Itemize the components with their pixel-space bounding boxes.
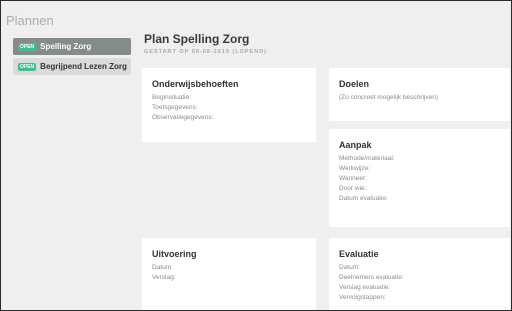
status-badge: OPEN [18, 62, 37, 71]
card-line: Datum evaluatie: [339, 195, 388, 202]
card-line: Observatiegegevens: [152, 114, 214, 121]
sidebar-item-label: Begrijpend Lezen Zorg [40, 62, 127, 71]
sidebar-item-label: Spelling Zorg [40, 42, 92, 51]
card-title: Doelen [339, 79, 370, 89]
card-line: Deelnemers evaluatie: [339, 274, 404, 281]
card-uitvoering[interactable]: Uitvoering Datum: Verslag: [142, 238, 316, 310]
card-line: Methode/materiaal: [339, 155, 395, 162]
status-badge: OPEN [18, 42, 37, 51]
app-title: Plannen [6, 13, 54, 28]
card-line: Toetsgegevens: [152, 104, 198, 111]
card-title: Onderwijsbehoeften [152, 79, 239, 89]
card-line: Door wie: [339, 185, 367, 192]
card-line: Verslag: [152, 274, 176, 281]
card-aanpak[interactable]: Aanpak Methode/materiaal: Werkwijze: Wan… [329, 129, 510, 227]
card-line: Datum: [339, 264, 360, 271]
card-line: Verslag evaluatie: [339, 284, 391, 291]
app-window: Plannen OPEN Spelling Zorg OPEN Begrijpe… [0, 0, 512, 311]
page-title: Plan Spelling Zorg [144, 32, 250, 46]
card-title: Evaluatie [339, 249, 379, 259]
card-onderwijsbehoeften[interactable]: Onderwijsbehoeften Beginsituatie: Toetsg… [142, 68, 316, 142]
card-line: Wanneer: [339, 175, 367, 182]
sidebar-item-begrijpend-lezen-zorg[interactable]: OPEN Begrijpend Lezen Zorg [13, 58, 131, 75]
card-line: (Zo concreet mogelijk beschrijven) [339, 94, 438, 101]
card-title: Aanpak [339, 140, 372, 150]
card-title: Uitvoering [152, 249, 197, 259]
card-line: Werkwijze: [339, 165, 371, 172]
card-line: Beginsituatie: [152, 94, 192, 101]
card-line: Datum: [152, 264, 173, 271]
card-line: Vervolgstappen: [339, 294, 386, 301]
page-subtitle: GESTART OP 08-08-2019 (LOPEND) [144, 49, 268, 55]
sidebar-item-spelling-zorg[interactable]: OPEN Spelling Zorg [13, 38, 131, 55]
card-evaluatie[interactable]: Evaluatie Datum: Deelnemers evaluatie: V… [329, 238, 510, 310]
card-doelen[interactable]: Doelen (Zo concreet mogelijk beschrijven… [329, 68, 510, 121]
